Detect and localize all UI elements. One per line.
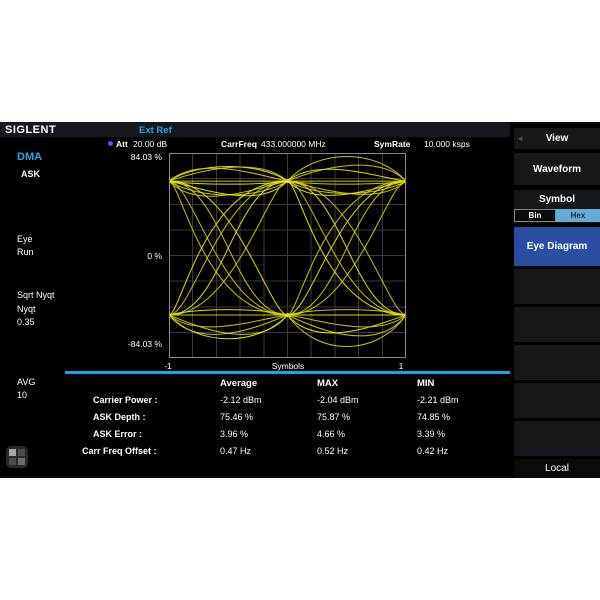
x-tick-right: 1	[391, 361, 411, 371]
eye-diagram-button-label: Eye Diagram	[527, 241, 588, 252]
brand-logo: SIGLENT	[5, 124, 56, 136]
grid-icon-square	[9, 449, 16, 456]
eye-diagram-plot	[169, 153, 406, 358]
view-button[interactable]: ◄ View	[514, 128, 600, 149]
hex-toggle-option[interactable]: Hex	[556, 209, 600, 222]
carrier-power-min: -2.21 dBm	[417, 395, 459, 405]
ask-error-average: 3.96 %	[220, 429, 248, 439]
col-header-average: Average	[220, 378, 257, 389]
local-button-label: Local	[545, 463, 569, 474]
x-tick-left: -1	[158, 361, 178, 371]
att-indicator-icon	[108, 141, 113, 146]
ask-error-min: 3.39 %	[417, 429, 445, 439]
eye-diagram-button[interactable]: Eye Diagram	[514, 227, 600, 266]
carr-freq-offset-average: 0.47 Hz	[220, 446, 251, 456]
empty-softkey-slot	[514, 307, 600, 342]
row-label-carr-freq-offset: Carr Freq Offset :	[82, 446, 157, 456]
sym-rate-value: 10.000 ksps	[424, 139, 470, 149]
empty-softkey-slot	[514, 421, 600, 456]
carr-freq-offset-max: 0.52 Hz	[317, 446, 348, 456]
bin-toggle-option[interactable]: Bin	[514, 209, 556, 222]
grid-icon-square	[18, 458, 25, 465]
carr-freq-offset-min: 0.42 Hz	[417, 446, 448, 456]
row-label-carrier-power: Carrier Power :	[93, 395, 158, 405]
ask-depth-max: 75.87 %	[317, 412, 350, 422]
instrument-screen: SIGLENT Ext Ref Att 20.00 dB CarrFreq 43…	[0, 122, 600, 478]
sym-rate-label: SymRate	[374, 139, 410, 149]
avg-count: 10	[17, 390, 27, 400]
mode-label: DMA	[17, 151, 42, 163]
table-separator	[65, 371, 510, 374]
ask-error-max: 4.66 %	[317, 429, 345, 439]
carr-freq-value: 433.000000 MHz	[261, 139, 326, 149]
empty-softkey-slot	[514, 383, 600, 418]
carr-freq-label: CarrFreq	[221, 139, 257, 149]
tx-filter-label: Sqrt Nyqt	[17, 290, 55, 300]
eye-diagram-canvas	[169, 153, 406, 358]
avg-label: AVG	[17, 377, 35, 387]
ask-depth-min: 74.85 %	[417, 412, 450, 422]
grid-icon-square	[9, 458, 16, 465]
row-label-ask-error: ASK Error :	[93, 429, 142, 439]
col-header-min: MIN	[417, 378, 434, 389]
menu-grid-icon[interactable]	[6, 446, 28, 468]
y-tick-mid: 0 %	[100, 251, 162, 261]
waveform-button-label: Waveform	[533, 164, 581, 175]
page: SIGLENT Ext Ref Att 20.00 dB CarrFreq 43…	[0, 0, 600, 600]
filter-alpha-value: 0.35	[17, 317, 35, 327]
ref-filter-label: Nyqt	[17, 304, 36, 314]
empty-softkey-slot	[514, 345, 600, 380]
col-header-max: MAX	[317, 378, 338, 389]
carrier-power-average: -2.12 dBm	[220, 395, 262, 405]
att-label: Att	[116, 139, 128, 149]
modulation-label: ASK	[21, 169, 40, 179]
y-tick-top: 84.03 %	[100, 152, 162, 162]
row-label-ask-depth: ASK Depth :	[93, 412, 146, 422]
symbol-button[interactable]: Symbol Bin Hex	[514, 190, 600, 223]
run-state-label: Run	[17, 247, 34, 257]
softkey-sidebar: ◄ View Waveform Symbol Bin Hex Eye Diagr…	[514, 122, 600, 478]
menu-back-arrow-icon: ◄	[516, 134, 524, 143]
local-button[interactable]: Local	[514, 459, 600, 478]
view-mode-label: Eye	[17, 234, 33, 244]
att-value: 20.00 dB	[133, 139, 167, 149]
header-bar: SIGLENT Ext Ref	[0, 122, 510, 137]
symbol-format-toggle: Bin Hex	[514, 209, 600, 222]
ask-depth-average: 75.46 %	[220, 412, 253, 422]
view-button-label: View	[546, 133, 569, 144]
y-tick-bottom: -84.03 %	[100, 339, 162, 349]
empty-softkey-slot	[514, 269, 600, 304]
grid-icon-square	[18, 449, 25, 456]
x-axis-title: Symbols	[253, 361, 323, 371]
waveform-button[interactable]: Waveform	[514, 153, 600, 185]
symbol-button-label: Symbol	[514, 194, 600, 205]
carrier-power-max: -2.04 dBm	[317, 395, 359, 405]
ext-ref-status: Ext Ref	[139, 125, 172, 136]
